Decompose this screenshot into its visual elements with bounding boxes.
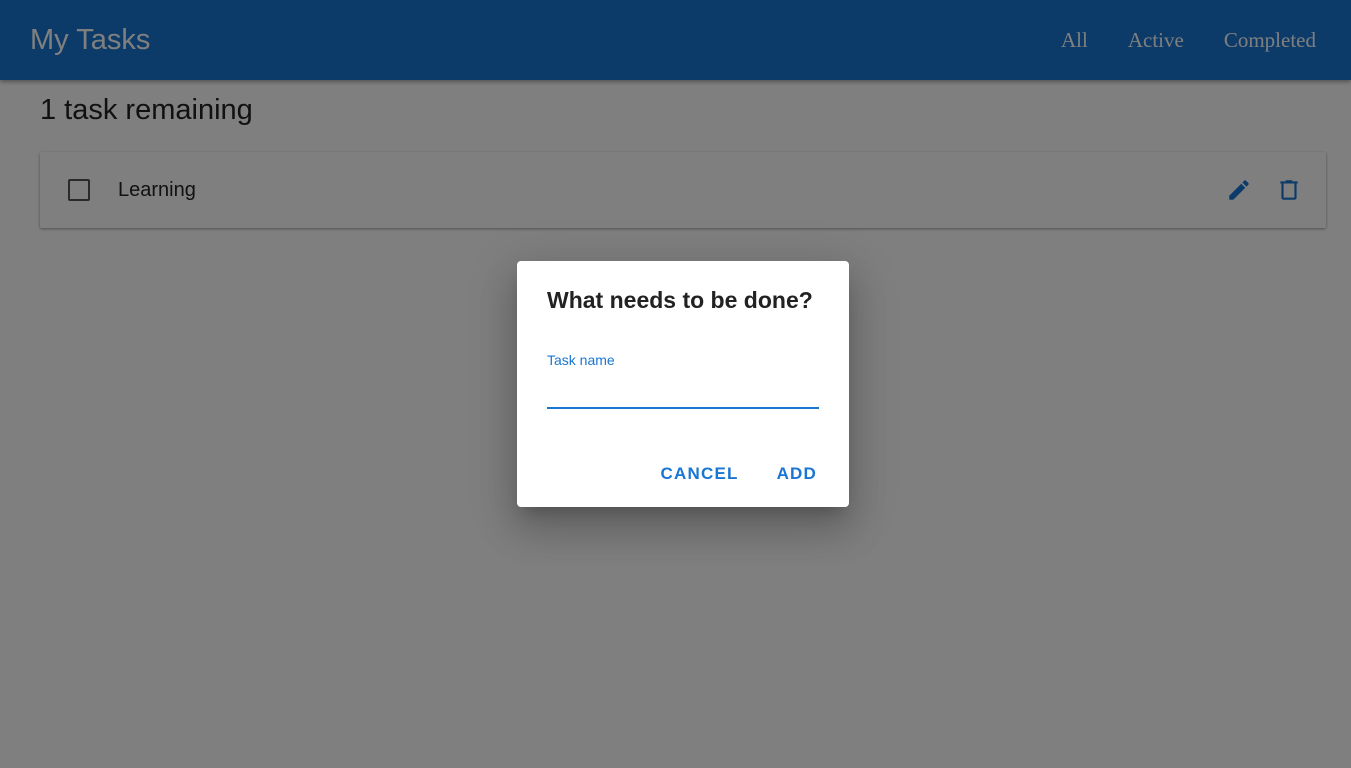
dialog-title: What needs to be done? [547,287,813,313]
cancel-button[interactable]: CANCEL [651,459,749,489]
dialog-actions: CANCEL ADD [651,459,827,489]
add-button[interactable]: ADD [767,459,827,489]
task-name-input[interactable] [547,373,819,409]
add-task-dialog: What needs to be done? Task name CANCEL … [517,261,849,507]
task-name-label: Task name [547,352,615,368]
